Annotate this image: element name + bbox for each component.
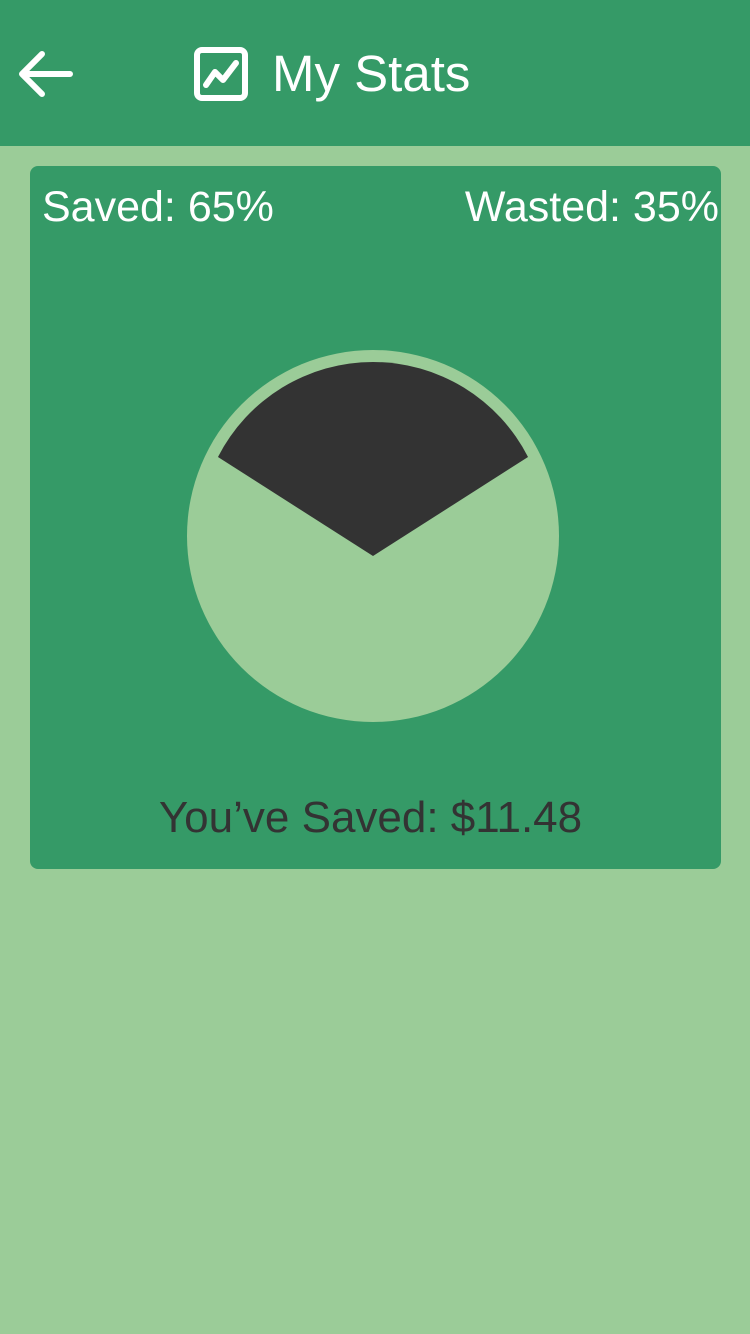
saved-percent-label: Saved: 65% [42, 183, 274, 231]
line-chart-icon [193, 46, 249, 102]
arrow-left-icon [19, 51, 73, 97]
total-saved-label: You’ve Saved: $11.48 [158, 793, 583, 842]
wasted-percent-label: Wasted: 35% [464, 183, 719, 231]
page-title: My Stats [272, 45, 471, 102]
back-button[interactable] [12, 44, 76, 104]
stats-card: Saved: 65% Wasted: 35% You’ve Saved: $11… [30, 166, 721, 869]
savings-pie-chart [187, 350, 559, 722]
app-bar: My Stats [0, 0, 750, 146]
